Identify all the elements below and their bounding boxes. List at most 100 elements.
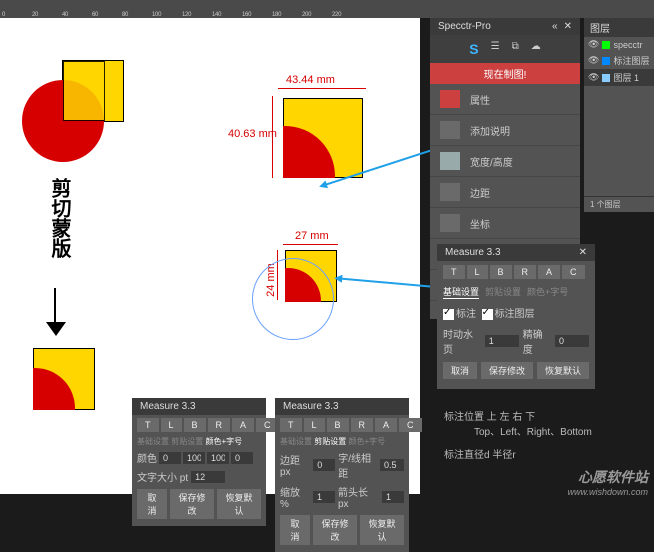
close-icon[interactable]: ✕ xyxy=(564,21,572,32)
save-button[interactable]: 保存修改 xyxy=(170,489,214,519)
checkbox-annotate[interactable] xyxy=(443,309,454,320)
c-input[interactable] xyxy=(159,452,181,464)
subtab-basic[interactable]: 基础设置 xyxy=(443,285,479,299)
collapse-icon[interactable]: « xyxy=(552,21,558,32)
layer-swatch xyxy=(602,57,610,65)
zoom-input[interactable] xyxy=(313,491,335,503)
y-input[interactable] xyxy=(207,452,229,464)
subtab-color[interactable]: 颜色+字号 xyxy=(527,285,568,299)
note-line: 标注位置 上 左 右 下 xyxy=(444,410,592,425)
layer-row[interactable]: 👁 图层 1 xyxy=(584,69,654,86)
layer-row[interactable]: 👁 specctr xyxy=(584,37,654,52)
copy-icon[interactable]: ⧉ xyxy=(512,41,519,57)
layer-name: specctr xyxy=(613,40,642,50)
overlap-shape-1 xyxy=(63,61,105,121)
subtab[interactable]: 基础设置 xyxy=(137,437,169,446)
m-input[interactable] xyxy=(183,452,205,464)
eye-icon[interactable]: 👁 xyxy=(588,55,599,66)
subtab[interactable]: 颜色+字号 xyxy=(205,437,242,446)
dim-line-h1 xyxy=(272,96,273,178)
specctr-toolbar: S ☰ ⧉ ☁ xyxy=(430,35,580,63)
specctr-item-margin[interactable]: 边距 xyxy=(430,177,580,208)
save-button[interactable]: 保存修改 xyxy=(313,515,357,545)
panel-specctr-title[interactable]: Specctr-Pro « ✕ xyxy=(430,18,580,35)
tab[interactable]: B xyxy=(327,418,349,432)
subtab[interactable]: 颜色+字号 xyxy=(348,437,385,446)
prec-input[interactable] xyxy=(555,335,589,347)
reset-button[interactable]: 恢复默认 xyxy=(537,362,589,379)
tab[interactable]: B xyxy=(184,418,206,432)
tab[interactable]: C xyxy=(399,418,422,432)
tab-t[interactable]: T xyxy=(443,265,465,279)
specctr-item-wh[interactable]: 宽度/高度 xyxy=(430,146,580,177)
tab-r[interactable]: R xyxy=(514,265,537,279)
panel-title-label: Specctr-Pro xyxy=(438,21,491,32)
tab-l[interactable]: L xyxy=(467,265,488,279)
tab[interactable]: L xyxy=(161,418,182,432)
item-label: 添加说明 xyxy=(470,123,510,138)
note-line: 标注直径d 半径r xyxy=(444,448,592,463)
layers-title[interactable]: 图层 xyxy=(584,18,654,37)
arrow-shaft xyxy=(54,288,56,326)
layer-swatch xyxy=(602,74,610,82)
arrowlen-label: 箭头长 px xyxy=(338,484,379,510)
reset-button[interactable]: 恢复默认 xyxy=(360,515,404,545)
layer-name: 图层 1 xyxy=(613,71,639,84)
tab[interactable]: T xyxy=(137,418,159,432)
specctr-item-coord[interactable]: 坐标 xyxy=(430,208,580,239)
list-icon[interactable]: ☰ xyxy=(491,41,500,57)
subtab[interactable]: 剪贴设置 xyxy=(171,437,203,446)
ck-label: 标注 xyxy=(456,309,476,320)
size-input[interactable] xyxy=(191,471,225,483)
measure-title: Measure 3.3✕ xyxy=(437,244,595,261)
scale-input[interactable] xyxy=(485,335,519,347)
subtab-clip[interactable]: 剪贴设置 xyxy=(485,285,521,299)
measure-tabs: T L B R A C xyxy=(437,261,595,283)
tab[interactable]: R xyxy=(208,418,231,432)
clip-result-2 xyxy=(283,98,363,178)
reset-button[interactable]: 恢复默认 xyxy=(217,489,261,519)
gap-input[interactable] xyxy=(380,459,404,471)
k-input[interactable] xyxy=(231,452,253,464)
checkbox-layer[interactable] xyxy=(482,309,493,320)
item-label: 边距 xyxy=(470,185,490,200)
tab[interactable]: A xyxy=(232,418,254,432)
bullet-icon xyxy=(440,90,460,108)
dim-width-2: 27 mm xyxy=(295,230,329,242)
tab[interactable]: L xyxy=(304,418,325,432)
blue-arrow-2 xyxy=(338,277,443,288)
cancel-button[interactable]: 取消 xyxy=(443,362,477,379)
tab[interactable]: A xyxy=(375,418,397,432)
arrowlen-input[interactable] xyxy=(382,491,404,503)
subtab[interactable]: 剪贴设置 xyxy=(314,437,346,446)
margin-icon xyxy=(440,183,460,201)
layer-swatch xyxy=(602,41,610,49)
gap-label: 字/线相距 xyxy=(338,450,377,480)
eye-icon[interactable]: 👁 xyxy=(588,39,599,50)
label-clipmask: 剪切蒙版 xyxy=(45,178,74,258)
close-icon[interactable]: ✕ xyxy=(579,247,587,258)
banner[interactable]: 现在制图! xyxy=(430,63,580,84)
tab-b[interactable]: B xyxy=(490,265,512,279)
panel-measure-bottom-2: Measure 3.3 TLBRAC 基础设置 剪贴设置 颜色+字号 边距 px… xyxy=(275,398,409,552)
tab-a[interactable]: A xyxy=(538,265,560,279)
note-line: Top、Left、Right、Bottom xyxy=(444,425,592,440)
margin-label: 边距 px xyxy=(280,452,310,478)
specctr-item-note[interactable]: 添加说明 xyxy=(430,115,580,146)
eye-icon[interactable]: 👁 xyxy=(588,72,599,83)
layer-name: 标注图层 xyxy=(613,54,649,67)
save-button[interactable]: 保存修改 xyxy=(481,362,533,379)
specctr-item-properties[interactable]: 属性 xyxy=(430,84,580,115)
tab[interactable]: R xyxy=(351,418,374,432)
prec-label: 精确度 xyxy=(523,326,551,356)
cancel-button[interactable]: 取消 xyxy=(280,515,310,545)
tab-c[interactable]: C xyxy=(562,265,585,279)
tab[interactable]: T xyxy=(280,418,302,432)
layer-row[interactable]: 👁 标注图层 xyxy=(584,52,654,69)
cloud-icon[interactable]: ☁ xyxy=(531,41,541,57)
cancel-button[interactable]: 取消 xyxy=(137,489,167,519)
margin-input[interactable] xyxy=(313,459,335,471)
item-label: 属性 xyxy=(470,92,490,107)
logo-icon[interactable]: S xyxy=(469,41,478,57)
subtab[interactable]: 基础设置 xyxy=(280,437,312,446)
